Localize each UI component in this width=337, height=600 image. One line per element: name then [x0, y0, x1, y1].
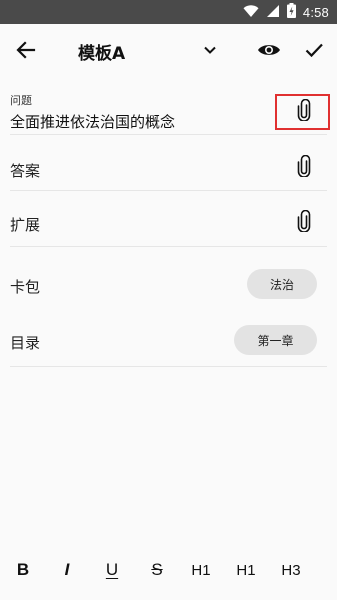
divider — [10, 134, 327, 135]
back-button[interactable] — [12, 38, 40, 66]
status-time: 4:58 — [302, 4, 329, 20]
attach-highlight-box — [275, 94, 330, 130]
battery-charging-icon — [286, 2, 296, 22]
bold-button[interactable]: B — [8, 556, 38, 584]
deck-chip[interactable]: 法治 — [247, 269, 317, 299]
underline-button[interactable]: U — [97, 556, 127, 584]
italic-icon: I — [64, 560, 70, 579]
status-icons: 4:58 — [243, 2, 329, 22]
paperclip-icon — [297, 154, 311, 181]
bold-icon: B — [16, 560, 30, 579]
catalog-chip[interactable]: 第一章 — [234, 325, 317, 355]
wifi-icon — [243, 3, 259, 22]
heading1-alt-icon: H1 — [236, 561, 256, 579]
preview-button[interactable] — [255, 38, 283, 66]
answer-input[interactable]: 答案 — [10, 160, 40, 181]
answer-attach-button[interactable] — [290, 153, 318, 183]
chevron-down-icon — [202, 42, 218, 62]
template-title[interactable]: 模板A — [78, 39, 125, 64]
heading1-alt-button[interactable]: H1 — [231, 556, 261, 584]
template-dropdown-button[interactable] — [196, 38, 224, 66]
arrow-left-icon — [16, 40, 36, 64]
format-toolbar: B I U S H1 H1 H3 — [0, 548, 337, 592]
divider — [10, 190, 327, 191]
extension-attach-button[interactable] — [290, 208, 318, 238]
status-bar: 4:58 — [0, 0, 337, 24]
heading1-icon: H1 — [191, 561, 211, 579]
deck-label: 卡包 — [10, 278, 41, 296]
check-icon — [304, 40, 324, 64]
question-input[interactable]: 全面推进依法治国的概念 — [10, 111, 175, 132]
question-label: 问题 — [10, 94, 32, 107]
underline-icon: U — [105, 560, 119, 579]
strikethrough-button[interactable]: S — [142, 556, 172, 584]
extension-input[interactable]: 扩展 — [10, 214, 40, 235]
heading3-button[interactable]: H3 — [276, 556, 306, 584]
italic-button[interactable]: I — [52, 556, 82, 584]
catalog-label: 目录 — [10, 334, 41, 352]
strikethrough-icon: S — [151, 560, 163, 579]
divider — [10, 366, 327, 367]
heading3-icon: H3 — [281, 561, 301, 579]
heading1-button[interactable]: H1 — [186, 556, 216, 584]
paperclip-icon — [297, 209, 311, 236]
eye-icon — [257, 42, 281, 62]
toolbar: 模板A — [0, 24, 337, 80]
signal-icon — [266, 3, 280, 22]
confirm-button[interactable] — [300, 38, 328, 66]
divider — [10, 246, 327, 247]
